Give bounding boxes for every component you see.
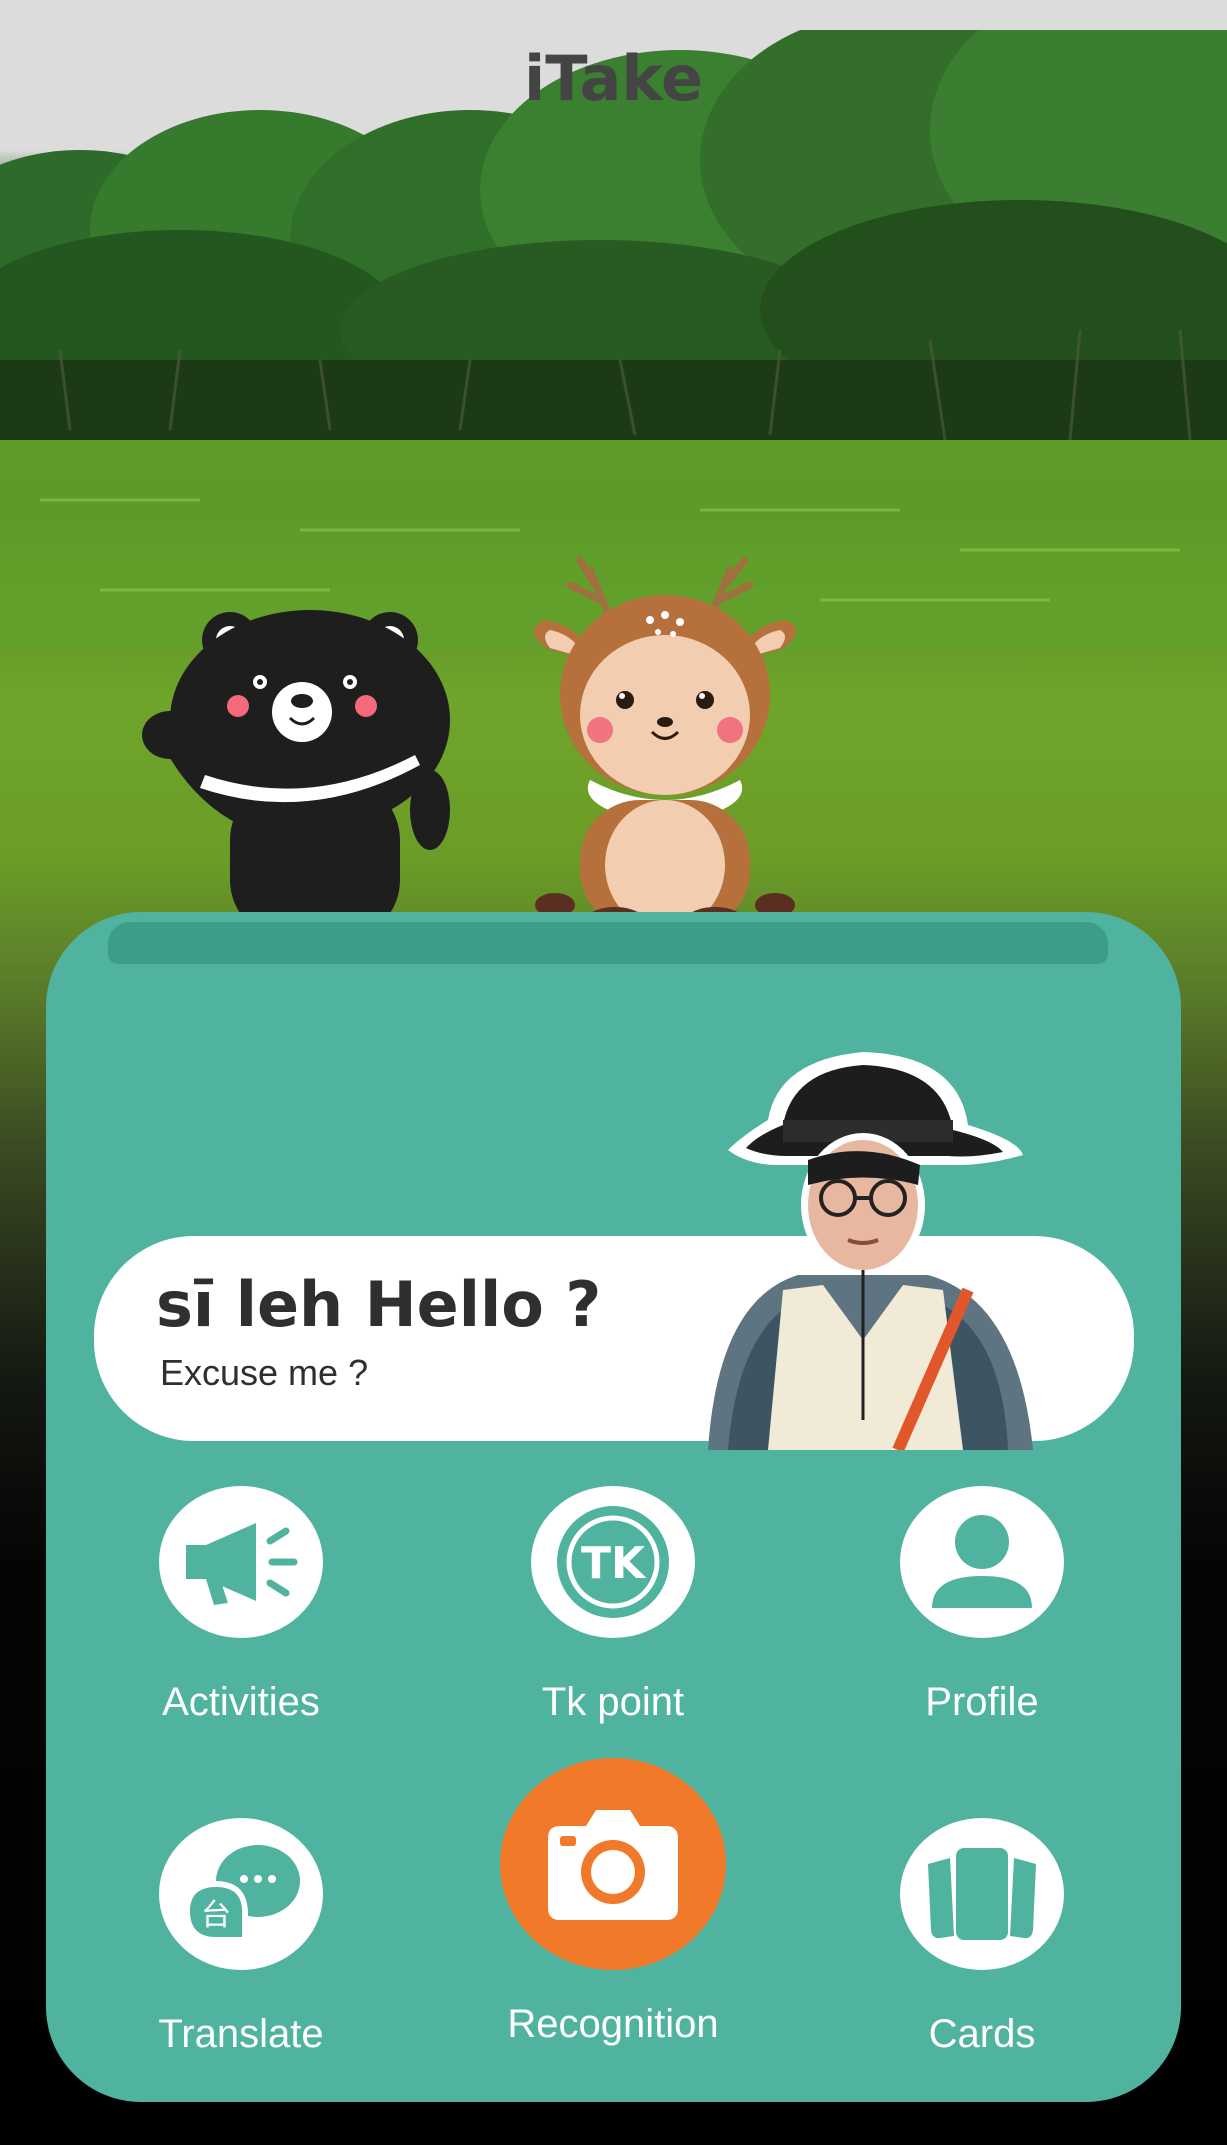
menu-activities[interactable]: Activities xyxy=(91,1486,391,1725)
tk-coin-icon: TK xyxy=(557,1506,669,1618)
app-screen: iTake sī leh Hello ? Excuse me ? Activit… xyxy=(0,0,1227,2145)
menu-recognition[interactable]: Recognition xyxy=(463,1758,763,2047)
menu-translate[interactable]: 台 Translate xyxy=(91,1818,391,2057)
menu-label-recognition: Recognition xyxy=(507,2002,719,2046)
megaphone-icon xyxy=(186,1523,298,1605)
cards-icon-circle[interactable] xyxy=(900,1818,1064,1970)
user-icon xyxy=(932,1515,1032,1608)
translate-char: 台 xyxy=(201,1898,231,1933)
guide-avatar xyxy=(708,1052,1033,1450)
tk-point-icon-circle[interactable]: TK xyxy=(531,1486,695,1638)
activities-icon-circle[interactable] xyxy=(159,1486,323,1638)
menu-profile[interactable]: Profile xyxy=(832,1486,1132,1725)
main-menu-panel: sī leh Hello ? Excuse me ? Activities TK… xyxy=(46,912,1181,2102)
translate-icon-circle[interactable]: 台 xyxy=(159,1818,323,1970)
camera-icon xyxy=(548,1810,678,1920)
app-title: iTake xyxy=(523,42,703,115)
profile-icon-circle[interactable] xyxy=(900,1486,1064,1638)
menu-label-profile: Profile xyxy=(925,1680,1039,1724)
recognition-icon-circle[interactable] xyxy=(500,1758,726,1970)
menu-label-tk-point: Tk point xyxy=(541,1680,685,1724)
tk-coin-text: TK xyxy=(581,1538,647,1589)
phrase-translation: Excuse me ? xyxy=(160,1352,369,1393)
menu-label-cards: Cards xyxy=(928,2012,1036,2056)
menu-cards[interactable]: Cards xyxy=(832,1818,1132,2057)
translate-chat-icon: 台 xyxy=(184,1845,300,1943)
cards-icon xyxy=(928,1848,1036,1940)
menu-label-activities: Activities xyxy=(162,1680,320,1724)
menu-label-translate: Translate xyxy=(158,2012,324,2056)
phrase-text: sī leh Hello ? xyxy=(156,1268,602,1341)
menu-tk-point[interactable]: TK Tk point xyxy=(463,1486,763,1725)
panel-top-lip xyxy=(108,922,1108,964)
